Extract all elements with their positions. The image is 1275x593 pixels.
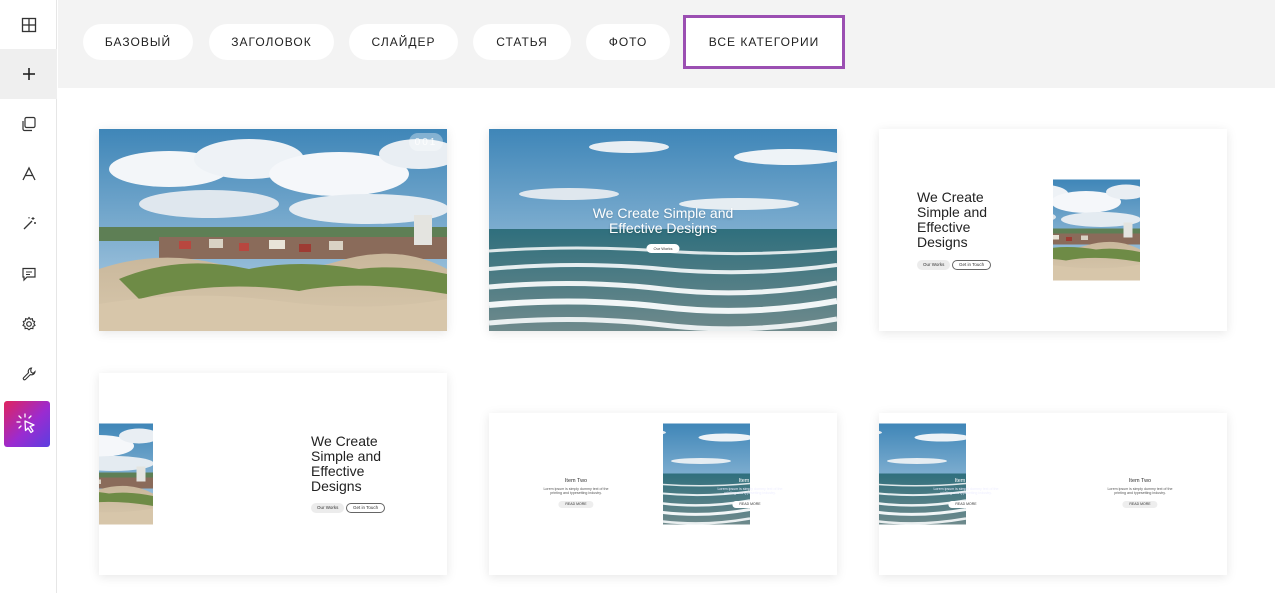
gear-icon [21, 316, 36, 331]
category-basic[interactable]: БАЗОВЫЙ [83, 24, 193, 60]
comment-icon [21, 267, 36, 282]
settings-button[interactable] [0, 299, 57, 349]
template-heading-line: We Create [917, 189, 984, 205]
template-card[interactable]: 001 [99, 129, 447, 331]
grid-button[interactable] [0, 0, 57, 50]
category-bar: БАЗОВЫЙ ЗАГОЛОВОК СЛАЙДЕР СТАТЬЯ ФОТО ВС… [58, 0, 1275, 88]
template-heading-line: Simple and [311, 448, 382, 464]
grid-icon [21, 17, 36, 33]
category-slider[interactable]: СЛАЙДЕР [349, 24, 458, 60]
item-description: Lorem ipsum is simply dummy text of the … [1107, 487, 1173, 496]
item-button: READ MORE [732, 501, 768, 508]
template-card[interactable]: We Create Simple and Effective Designs O… [489, 129, 837, 331]
template-heading-line: Designs [311, 478, 362, 494]
cursor-click-icon [16, 413, 35, 434]
template-button: Our Works [311, 503, 345, 513]
add-block-button[interactable] [0, 49, 57, 99]
tools-button[interactable] [0, 349, 57, 399]
template-item-left: Item Two Lorem ipsum is simply dummy tex… [489, 413, 663, 575]
template-heading-line1: We Create Simple and [592, 205, 734, 221]
template-heading-line: We Create [311, 433, 378, 449]
sidebar [0, 0, 57, 593]
template-heading-line: Designs [917, 234, 968, 250]
template-heading-line2: Effective Designs [609, 220, 717, 236]
template-heading-line: Effective [917, 219, 971, 235]
magic-wand-icon [23, 217, 36, 230]
template-thumbnail [1053, 129, 1227, 331]
item-title: Item One [738, 478, 762, 484]
wrench-icon [22, 367, 36, 381]
item-title: Item One [954, 478, 978, 484]
template-card[interactable]: We Create Simple and Effective Designs O… [879, 129, 1227, 331]
item-button: READ MORE [948, 501, 984, 508]
pages-button[interactable] [0, 99, 57, 149]
template-heading-line: Simple and [917, 204, 988, 220]
cursor-click-button[interactable] [4, 401, 50, 447]
template-card[interactable]: Item One Lorem ipsum is simply dummy tex… [879, 413, 1227, 575]
font-icon [21, 166, 36, 181]
typography-button[interactable] [0, 149, 57, 199]
template-item-left: Item One Lorem ipsum is simply dummy tex… [879, 413, 1053, 575]
template-button: Get in Touch [346, 503, 386, 513]
template-card[interactable]: We Create Simple and Effective Designs O… [99, 373, 447, 575]
plus-icon [22, 68, 35, 80]
template-button: Our Works [917, 260, 951, 270]
template-item-right: Item One Lorem ipsum is simply dummy tex… [663, 413, 837, 575]
item-description: Lorem ipsum is simply dummy text of the … [543, 487, 609, 496]
template-button: Our Works [646, 244, 680, 253]
item-description: Lorem ipsum is simply dummy text of the … [717, 487, 783, 496]
template-button: Get in Touch [952, 260, 992, 270]
template-thumbnail [99, 129, 447, 331]
template-item-right: Item Two Lorem ipsum is simply dummy tex… [1053, 413, 1227, 575]
template-number-badge: 001 [409, 133, 443, 151]
category-heading[interactable]: ЗАГОЛОВОК [209, 24, 334, 60]
item-title: Item Two [564, 478, 588, 484]
item-title: Item Two [1128, 478, 1152, 484]
item-button: READ MORE [1122, 501, 1158, 508]
effects-button[interactable] [0, 199, 57, 249]
template-heading-line: Effective [311, 463, 365, 479]
category-all[interactable]: ВСЕ КАТЕГОРИИ [683, 15, 845, 69]
item-button: READ MORE [558, 501, 594, 508]
template-thumbnail [99, 373, 273, 575]
category-photo[interactable]: ФОТО [586, 24, 670, 60]
comments-button[interactable] [0, 249, 57, 299]
category-article[interactable]: СТАТЬЯ [473, 24, 571, 60]
item-description: Lorem ipsum is simply dummy text of the … [933, 487, 999, 496]
template-card[interactable]: Item Two Lorem ipsum is simply dummy tex… [489, 413, 837, 575]
copy-icon [21, 116, 36, 132]
